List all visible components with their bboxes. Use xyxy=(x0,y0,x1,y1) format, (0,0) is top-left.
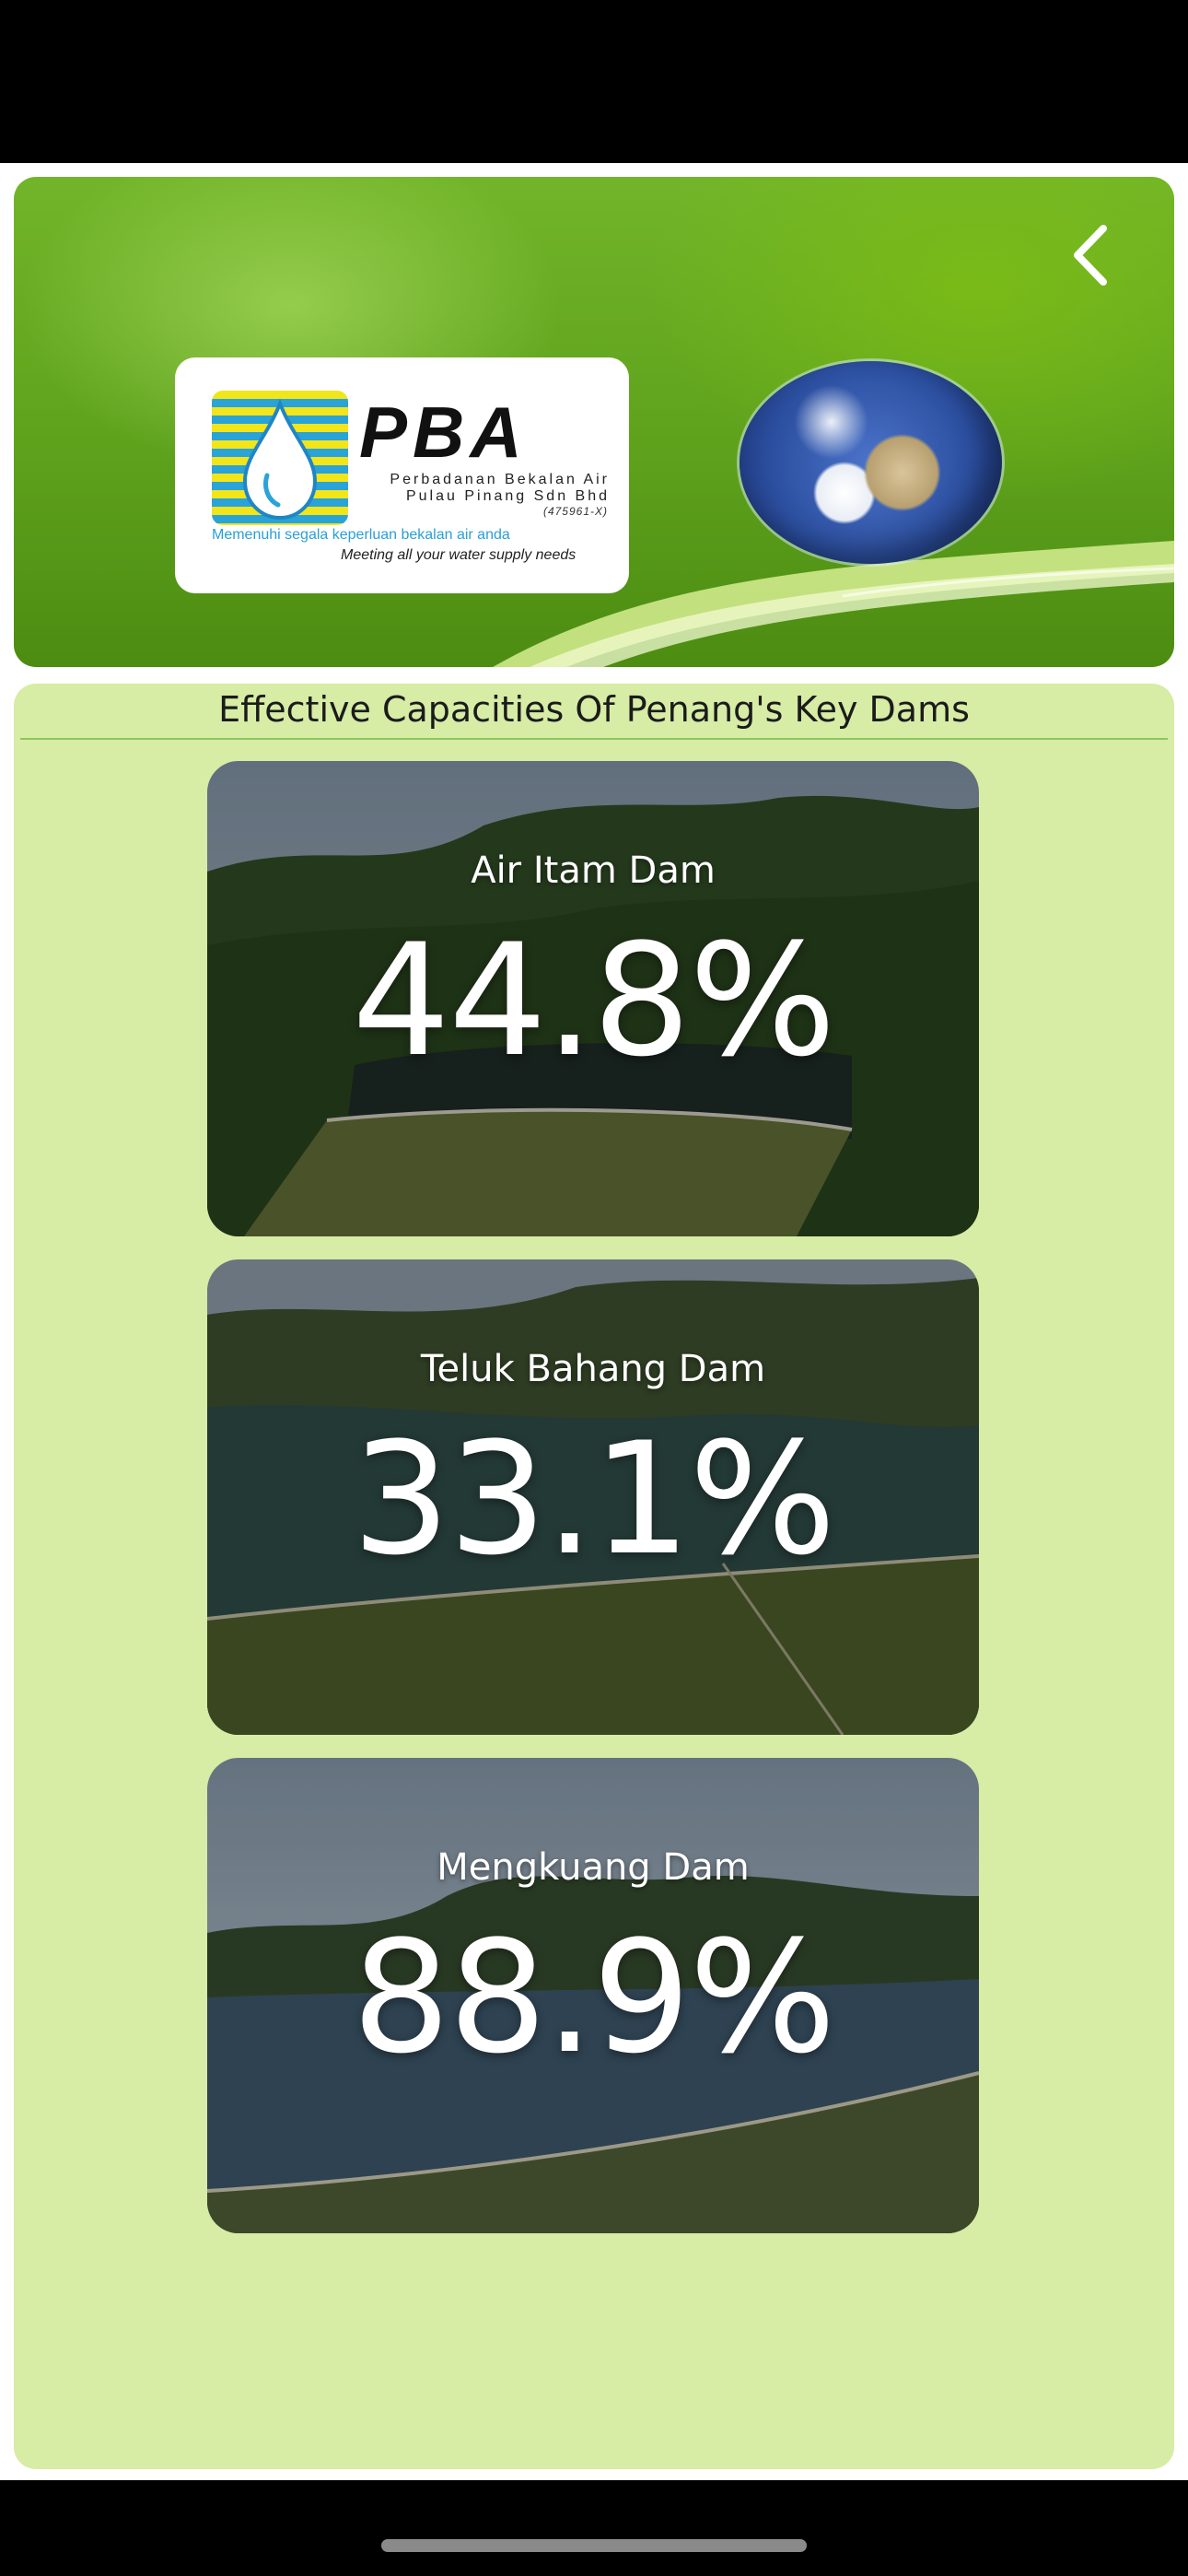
dam-card-mengkuang[interactable]: Mengkuang Dam 88.9% xyxy=(207,1758,979,2233)
water-drop-logo-icon xyxy=(212,391,348,525)
dam-name: Air Itam Dam xyxy=(471,849,716,892)
dam-card-air-itam[interactable]: Air Itam Dam 44.8% xyxy=(207,761,979,1236)
earth-droplet-image xyxy=(740,361,1002,564)
home-indicator[interactable] xyxy=(381,2539,807,2552)
logo-company-name: Perbadanan Bekalan Air Pulau Pinang Sdn … xyxy=(361,472,610,505)
pba-logo-card: PBA Perbadanan Bekalan Air Pulau Pinang … xyxy=(175,357,629,593)
dam-capacity-value: 33.1% xyxy=(352,1409,836,1589)
system-navigation-bar xyxy=(0,2480,1188,2576)
dam-name: Teluk Bahang Dam xyxy=(420,1348,766,1390)
dam-capacity-value: 88.9% xyxy=(352,1907,836,2088)
chevron-left-icon xyxy=(1074,225,1107,286)
dam-name: Mengkuang Dam xyxy=(437,1846,750,1889)
logo-tagline-english: Meeting all your water supply needs xyxy=(341,547,577,563)
status-bar xyxy=(0,0,1188,163)
logo-company-line1: Perbadanan Bekalan Air xyxy=(390,472,610,487)
page-title: Effective Capacities Of Penang's Key Dam… xyxy=(218,689,970,730)
dam-capacity-value: 44.8% xyxy=(352,910,836,1091)
logo-registration: (475961-X) xyxy=(542,505,608,518)
back-button[interactable] xyxy=(1050,214,1133,297)
dam-card-teluk-bahang[interactable]: Teluk Bahang Dam 33.1% xyxy=(207,1259,979,1735)
logo-title: PBA xyxy=(359,392,528,473)
title-divider xyxy=(20,738,1168,740)
logo-company-line2: Pulau Pinang Sdn Bhd xyxy=(405,488,610,504)
logo-tagline-malay: Memenuhi segala keperluan bekalan air an… xyxy=(212,527,510,543)
